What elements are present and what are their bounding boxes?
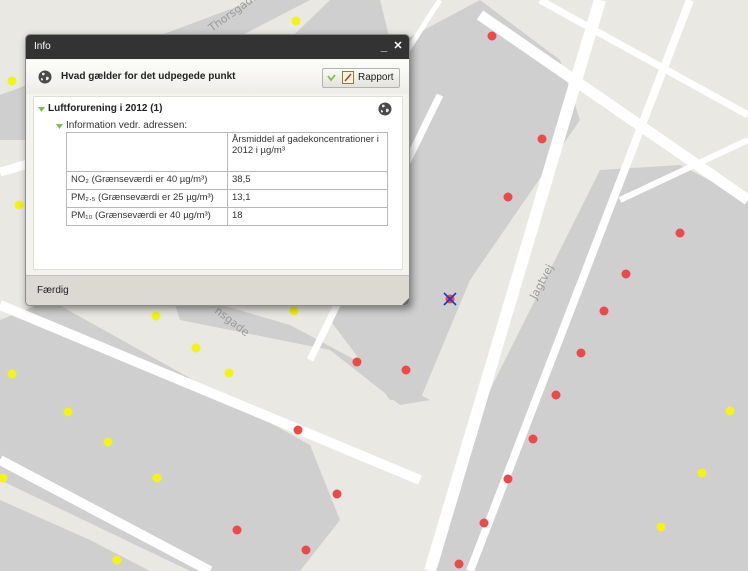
window-header: Hvad gælder for det udpegede punkt Rappo…	[26, 60, 409, 94]
window-footer: Færdig	[26, 275, 409, 306]
close-button[interactable]: ✕	[391, 38, 405, 54]
table-header-row: Årsmiddel af gadekoncentrationer i 2012 …	[66, 132, 388, 172]
report-button[interactable]: Rapport	[322, 68, 400, 88]
report-icon	[342, 71, 354, 84]
expand-arrow-icon[interactable]	[56, 124, 63, 129]
table-header: Årsmiddel af gadekoncentrationer i 2012 …	[227, 132, 388, 172]
expand-arrow-icon[interactable]	[38, 107, 45, 112]
table-cell-label: PM₂.₅ (Grænseværdi er 25 µg/m³)	[66, 189, 228, 208]
window-titlebar[interactable]: Info _ ✕	[26, 35, 409, 59]
globe-icon[interactable]	[378, 102, 392, 116]
report-label: Rapport	[358, 72, 394, 83]
window-title: Info	[34, 41, 51, 52]
table-header-empty	[66, 132, 228, 172]
table-row: PM₂.₅ (Grænseværdi er 25 µg/m³) 13,1	[66, 189, 388, 208]
section-title[interactable]: Luftforurening i 2012 (1)	[48, 103, 162, 114]
resize-grip-icon[interactable]	[401, 298, 409, 306]
done-button[interactable]: Færdig	[37, 285, 69, 296]
table-cell-value: 38,5	[227, 171, 388, 190]
table-cell-value: 13,1	[227, 189, 388, 208]
globe-icon	[38, 70, 52, 84]
table-cell-value: 18	[227, 207, 388, 226]
content-panel: Luftforurening i 2012 (1) Information ve…	[33, 96, 403, 270]
pollution-table: Årsmiddel af gadekoncentrationer i 2012 …	[66, 132, 388, 226]
table-row: PM₁₀ (Grænseværdi er 40 µg/m³) 18	[66, 207, 388, 226]
minimize-button[interactable]: _	[377, 38, 391, 54]
table-cell-label: PM₁₀ (Grænseværdi er 40 µg/m³)	[66, 207, 228, 226]
subsection-title[interactable]: Information vedr. adressen:	[66, 120, 187, 131]
table-row: NO₂ (Grænseværdi er 40 µg/m³) 38,5	[66, 171, 388, 190]
info-window[interactable]: Info _ ✕ Hvad gælder for det udpegede pu…	[25, 34, 410, 306]
header-title: Hvad gælder for det udpegede punkt	[61, 71, 236, 82]
table-cell-label: NO₂ (Grænseværdi er 40 µg/m³)	[66, 171, 228, 190]
checkmark-icon	[327, 74, 336, 82]
